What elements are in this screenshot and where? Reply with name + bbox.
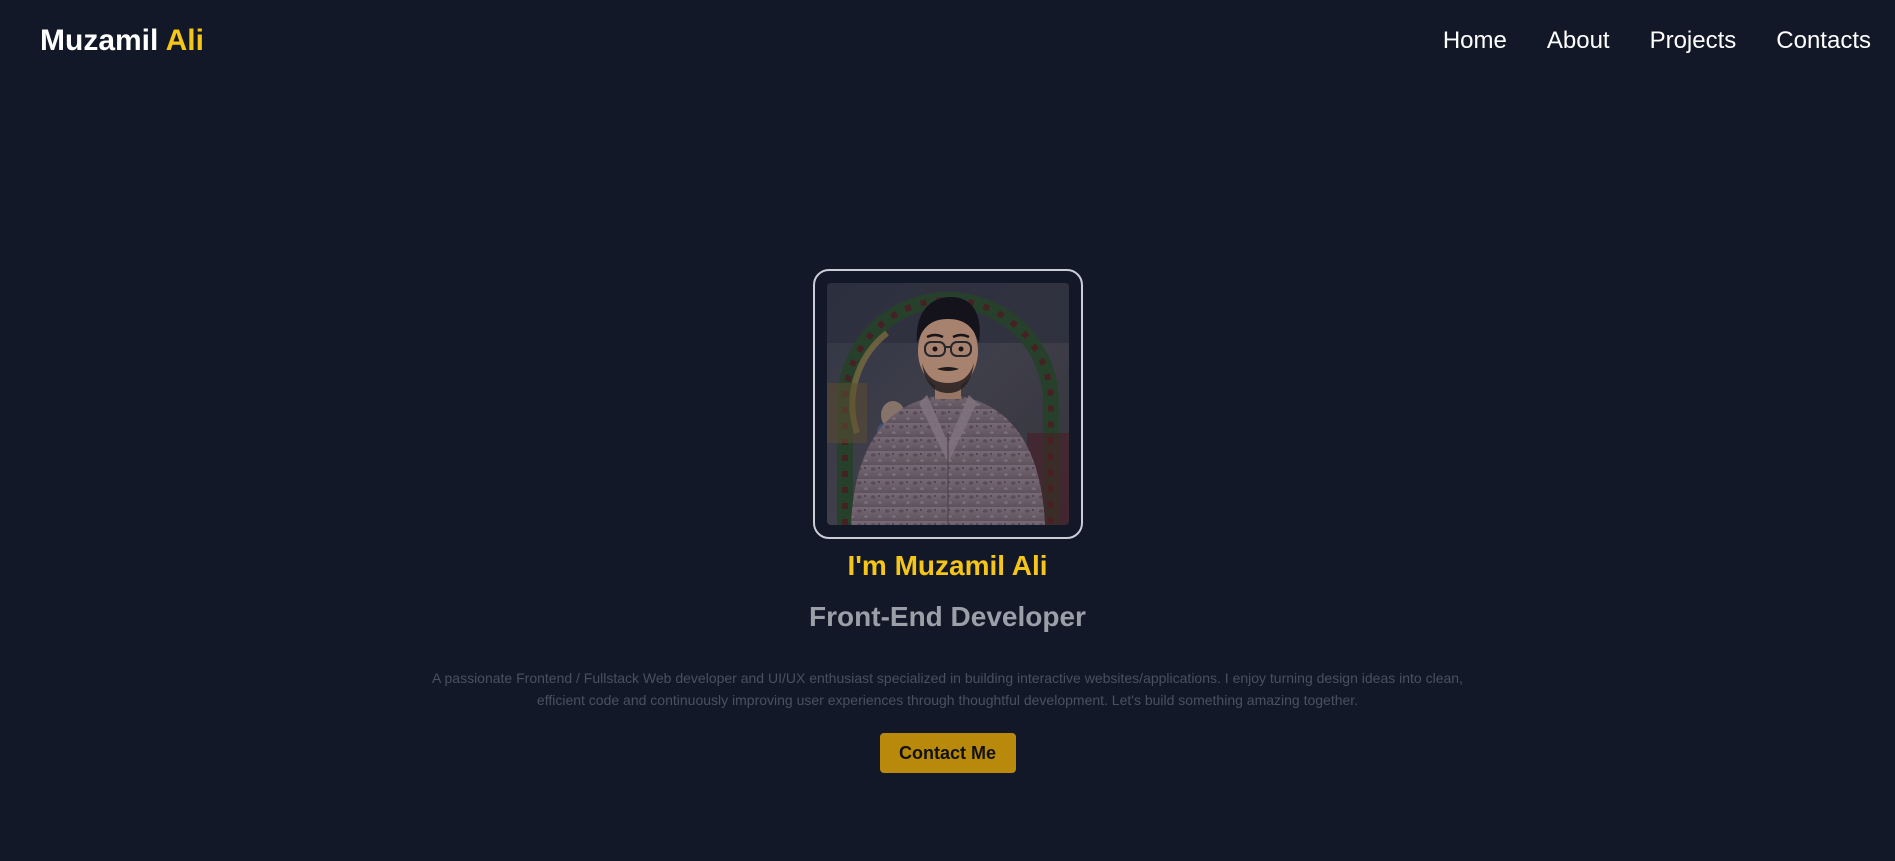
nav-links: Home About Projects Contacts: [1443, 26, 1871, 56]
hero-name: I'm Muzamil Ali: [847, 550, 1048, 581]
nav-link-about[interactable]: About: [1547, 26, 1610, 56]
profile-photo: [826, 283, 1069, 525]
hero-description: A passionate Frontend / Fullstack Web de…: [432, 670, 1463, 708]
contact-me-button[interactable]: Contact Me: [879, 733, 1016, 773]
hero-role: Front-End Developer: [809, 601, 1086, 632]
hero-section: I'm Muzamil Ali Front-End Developer A pa…: [0, 269, 1895, 773]
site-logo[interactable]: Muzamil Ali: [40, 24, 204, 58]
nav-link-projects[interactable]: Projects: [1650, 26, 1737, 56]
nav-link-contacts[interactable]: Contacts: [1776, 26, 1871, 56]
navbar: Muzamil Ali Home About Projects Contacts: [0, 0, 1895, 84]
logo-last-name: Ali: [165, 24, 204, 57]
profile-photo-frame: [812, 269, 1083, 539]
logo-first-name: Muzamil: [40, 24, 159, 57]
nav-link-home[interactable]: Home: [1443, 26, 1507, 56]
